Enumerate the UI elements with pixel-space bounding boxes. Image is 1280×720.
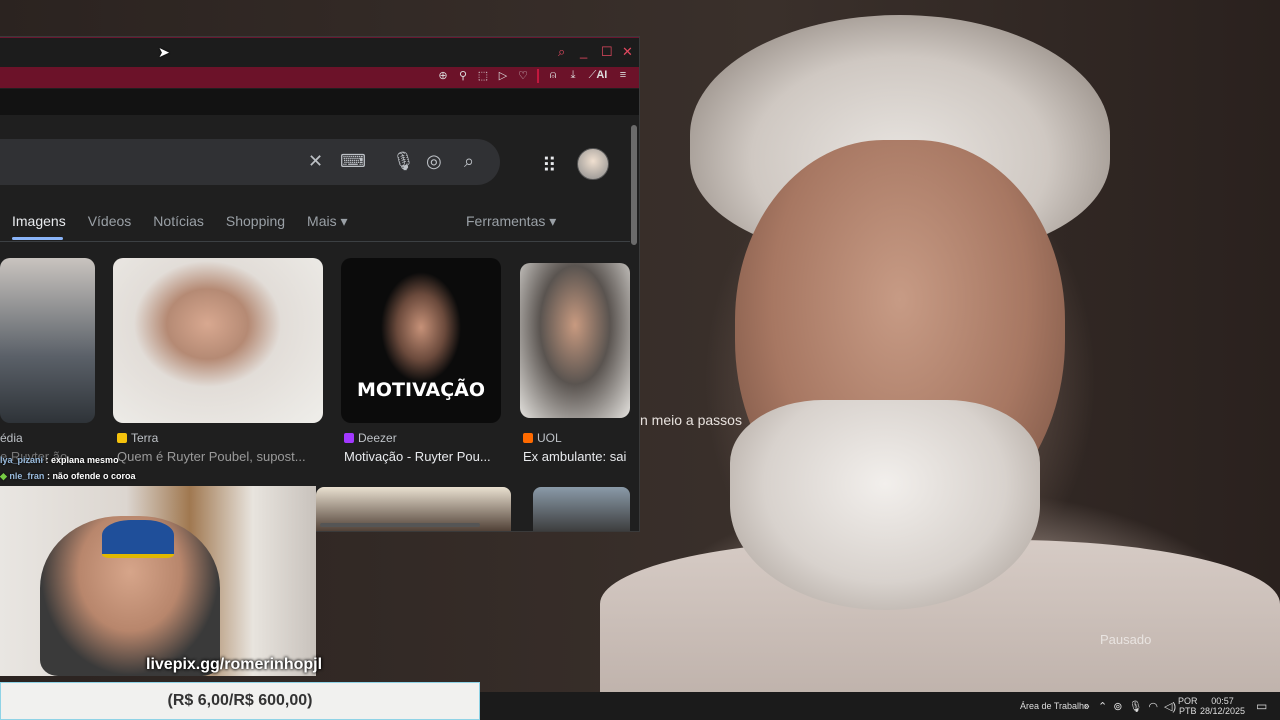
expand-icon[interactable]: » (1084, 692, 1090, 720)
badge-icon: ◆ (0, 471, 10, 481)
address-bar-icons: ⊕ ⚲ ⬚ ▷ ♡ ⍝ ⤓ ⟋AI ≡ (437, 69, 629, 83)
keyboard-icon[interactable]: ⌨ (340, 151, 366, 172)
result-title[interactable]: Motivação - Ruyter Pou... (344, 449, 504, 464)
mic-icon[interactable]: 🎙 (392, 151, 415, 172)
title-bar: ⌕ _ ☐ ✕ (0, 37, 639, 68)
close-icon[interactable]: ✕ (622, 44, 633, 60)
search-tabs: Imagens Vídeos Notícias Shopping Mais ▾ (12, 213, 348, 230)
download-icon[interactable]: ⤓ (567, 69, 579, 83)
zoom-icon[interactable]: ⊕ (437, 69, 449, 83)
play-icon[interactable]: ▷ (497, 69, 509, 83)
desktop-button[interactable]: Área de Trabalho (1020, 692, 1089, 720)
result-source: Deezer (344, 431, 397, 445)
clear-icon[interactable]: ✕ (308, 151, 323, 172)
result-title[interactable]: Ex ambulante: sai (523, 449, 630, 464)
tab-noticias[interactable]: Notícias (153, 213, 204, 230)
scrollbar-thumb[interactable] (631, 125, 637, 245)
menu-icon[interactable]: ≡ (617, 69, 629, 83)
ai-tools-icon[interactable]: ⟋AI (587, 69, 609, 83)
chat-message: lya_pizani : explana mesmo (0, 455, 119, 465)
tools-button[interactable]: Ferramentas ▾ (466, 213, 556, 230)
image-result[interactable] (0, 258, 95, 423)
video-subtitle: n meio a passos (640, 412, 742, 428)
webcam-feed (0, 486, 316, 676)
search-box[interactable]: ✕ ⌨ 🎙 ◎ ⌕ (0, 139, 500, 185)
image-result[interactable] (113, 258, 323, 423)
result-source: Terra (117, 431, 158, 445)
chat-message: ◆ nle_fran : não ofende o coroa (0, 471, 136, 481)
stream-chat: lya_pizani : explana mesmo ◆ nle_fran : … (0, 452, 320, 484)
video-beard (730, 400, 1040, 610)
image-result[interactable] (533, 487, 630, 531)
wifi-icon[interactable]: ◠ (1148, 700, 1158, 713)
notification-icon[interactable]: ▭ (1256, 692, 1267, 720)
result-source: édia (0, 431, 23, 445)
uol-icon (523, 433, 533, 443)
volume-icon[interactable]: ◁) (1164, 700, 1176, 713)
profile-icon[interactable]: ⍝ (547, 69, 559, 83)
tray-icons: ⌃ ⊚ 🎙 ◠ ◁) (1098, 692, 1176, 720)
tab-videos[interactable]: Vídeos (88, 213, 132, 230)
terra-icon (117, 433, 127, 443)
horizontal-scrollbar[interactable] (320, 523, 480, 527)
language-indicator[interactable]: POR PTB (1178, 696, 1198, 716)
screenshot-icon[interactable]: ⬚ (477, 69, 489, 83)
mic-icon[interactable]: 🎙 (1128, 700, 1142, 713)
lens-icon[interactable]: ◎ (426, 151, 442, 172)
search-icon[interactable]: ⌕ (558, 44, 565, 60)
divider (0, 241, 630, 242)
search-icon[interactable]: ⌕ (464, 151, 474, 172)
apps-grid-icon[interactable]: ⠿ (542, 153, 557, 178)
minimize-icon[interactable]: _ (580, 44, 587, 59)
pin-icon[interactable]: ⚲ (457, 69, 469, 83)
image-result[interactable]: MOTIVAÇÃO (341, 258, 501, 423)
network-icon[interactable]: ⊚ (1113, 700, 1122, 713)
bookmarks-bar (0, 89, 639, 115)
tab-imagens[interactable]: Imagens (12, 213, 66, 230)
maximize-icon[interactable]: ☐ (601, 44, 613, 60)
result-source: UOL (523, 431, 562, 445)
livepix-link: livepix.gg/romerinhopjl (146, 656, 323, 673)
tab-mais[interactable]: Mais ▾ (307, 213, 347, 230)
separator (537, 69, 539, 83)
motivacao-overlay: MOTIVAÇÃO (356, 379, 485, 401)
scrollbar[interactable] (631, 115, 637, 525)
deezer-icon (344, 433, 354, 443)
donation-goal: (R$ 6,00/R$ 600,00) (0, 682, 480, 720)
heart-icon[interactable]: ♡ (517, 69, 529, 83)
avatar[interactable] (577, 148, 609, 180)
video-status: Pausado (1100, 632, 1152, 647)
cursor-icon: ➤ (158, 44, 170, 60)
tab-shopping[interactable]: Shopping (226, 213, 285, 230)
streamer-cap (102, 520, 174, 558)
chevron-up-icon[interactable]: ⌃ (1098, 700, 1107, 713)
clock[interactable]: 00:57 28/12/2025 (1200, 696, 1245, 716)
active-tab-indicator (12, 237, 63, 240)
image-result[interactable] (520, 263, 630, 418)
taskbar: Área de Trabalho » ⌃ ⊚ 🎙 ◠ ◁) POR PTB 00:… (480, 692, 1280, 720)
